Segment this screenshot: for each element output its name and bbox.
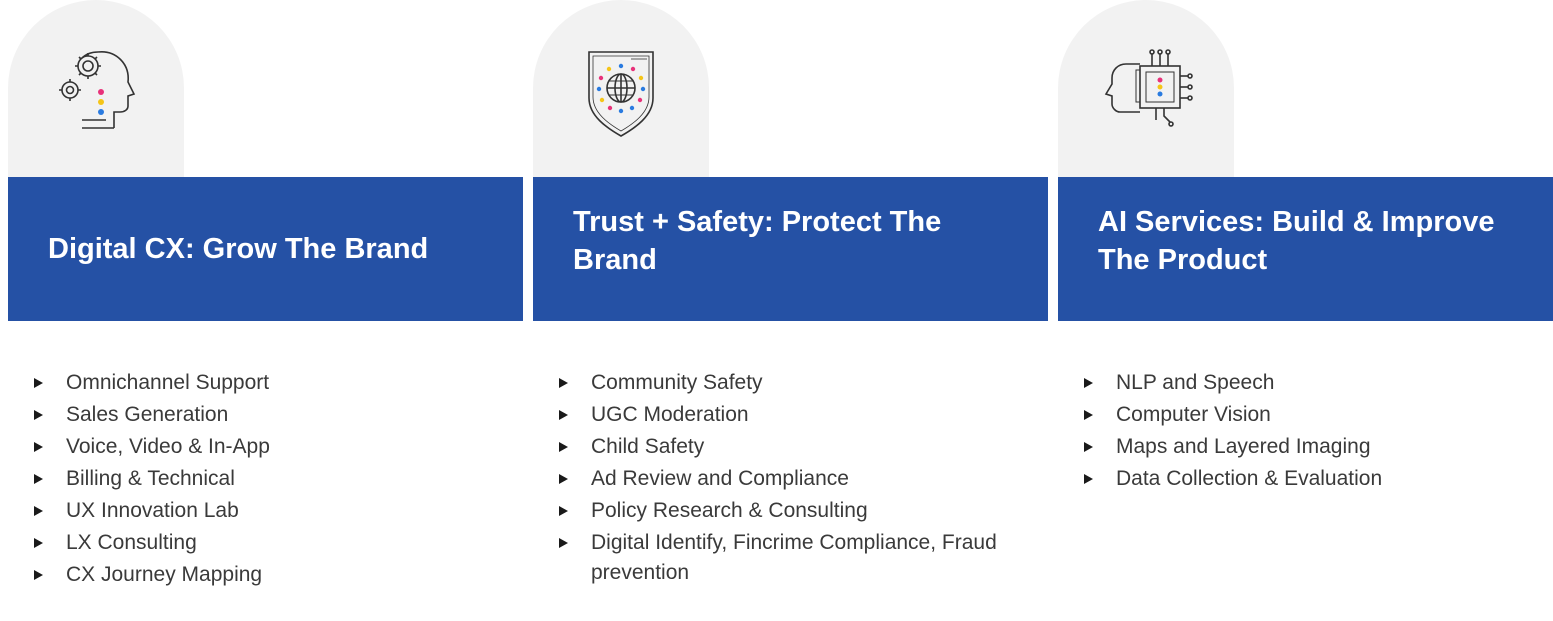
triangle-bullet-icon [1084,378,1093,388]
list-item: Child Safety [557,432,1037,462]
triangle-bullet-icon [34,570,43,580]
column-title: Trust + Safety: Protect The Brand [573,206,942,276]
triangle-bullet-icon [559,442,568,452]
list-item: Maps and Layered Imaging [1082,432,1553,462]
list-item: Community Safety [557,368,1037,398]
triangle-bullet-icon [34,506,43,516]
triangle-bullet-icon [1084,410,1093,420]
list-item: UX Innovation Lab [32,496,512,526]
service-list: Community Safety UGC Moderation Child Sa… [557,368,1037,590]
service-column-ai-services: AI Services: Build & Improve The Product… [1058,0,1553,621]
column-title: Digital CX: Grow The Brand [48,233,429,265]
triangle-bullet-icon [559,378,568,388]
triangle-bullet-icon [34,442,43,452]
triangle-bullet-icon [559,538,568,548]
list-item: Ad Review and Compliance [557,464,1037,494]
triangle-bullet-icon [34,378,43,388]
triangle-bullet-icon [34,474,43,484]
list-item: Sales Generation [32,400,512,430]
triangle-bullet-icon [34,410,43,420]
column-title: AI Services: Build & Improve The Product [1098,206,1495,276]
list-item: Data Collection & Evaluation [1082,464,1553,494]
list-item: LX Consulting [32,528,512,558]
list-item: Billing & Technical [32,464,512,494]
triangle-bullet-icon [34,538,43,548]
list-item: Voice, Video & In-App [32,432,512,462]
service-list: NLP and Speech Computer Vision Maps and … [1082,368,1553,496]
list-item: UGC Moderation [557,400,1037,430]
header-banner: Digital CX: Grow The Brand [8,177,523,321]
icon-tab [1058,0,1234,177]
list-item: Policy Research & Consulting [557,496,1037,526]
service-column-trust-safety: Trust + Safety: Protect The Brand Commun… [533,0,1048,621]
triangle-bullet-icon [1084,474,1093,484]
service-list: Omnichannel Support Sales Generation Voi… [32,368,512,592]
head-gears-icon [59,51,136,129]
ai-head-chip-icon [1104,49,1193,127]
triangle-bullet-icon [1084,442,1093,452]
list-item: Computer Vision [1082,400,1553,430]
triangle-bullet-icon [559,474,568,484]
list-item: NLP and Speech [1082,368,1553,398]
list-item: Omnichannel Support [32,368,512,398]
header-banner: Trust + Safety: Protect The Brand [533,177,1048,321]
shield-globe-icon [588,51,654,137]
icon-tab [533,0,709,177]
icon-tab [8,0,184,177]
list-item: CX Journey Mapping [32,560,512,590]
service-column-digital-cx: Digital CX: Grow The Brand Omnichannel S… [8,0,523,621]
triangle-bullet-icon [559,506,568,516]
header-banner: AI Services: Build & Improve The Product [1058,177,1553,321]
triangle-bullet-icon [559,410,568,420]
list-item: Digital Identify, Fincrime Compliance, F… [557,528,1021,588]
